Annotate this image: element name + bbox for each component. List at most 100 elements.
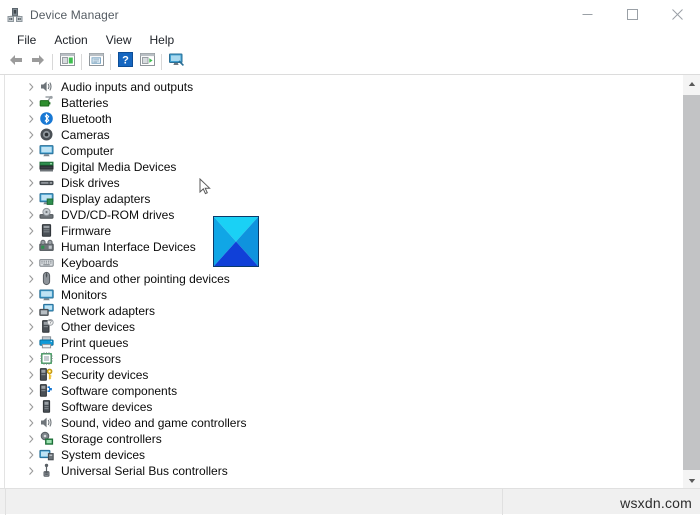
scroll-down-button[interactable] [683,472,700,489]
left-arrow-icon [8,53,24,72]
device-tree-pane[interactable]: Audio inputs and outputs Batteries Bluetoo… [4,75,683,488]
minimize-button[interactable] [565,0,610,29]
device-tree-label: Print queues [61,336,129,350]
device-tree-row[interactable]: ? Other devices [5,319,683,335]
device-tree-row[interactable]: Software components [5,383,683,399]
chevron-right-icon[interactable] [25,195,38,203]
device-tree-label: Audio inputs and outputs [61,80,194,94]
chevron-right-icon[interactable] [25,83,38,91]
chevron-right-icon[interactable] [25,115,38,123]
device-tree-label: Digital Media Devices [61,160,177,174]
device-tree-label: DVD/CD-ROM drives [61,208,175,222]
usb-icon [38,463,56,479]
processor-icon [38,351,56,367]
chevron-right-icon[interactable] [25,403,38,411]
device-tree-row[interactable]: Human Interface Devices [5,239,683,255]
show-hidden-devices-button[interactable] [165,52,187,73]
chevron-right-icon[interactable] [25,339,38,347]
device-tree-row[interactable]: System devices [5,447,683,463]
menu-bar: File Action View Help [0,29,700,50]
device-tree-row[interactable]: Universal Serial Bus controllers [5,463,683,479]
forward-button[interactable] [27,52,49,73]
device-tree-row[interactable]: Bluetooth [5,111,683,127]
chevron-right-icon[interactable] [25,211,38,219]
menu-item-file[interactable]: File [8,31,45,49]
device-tree-label: Security devices [61,368,149,382]
speaker-icon [38,79,56,95]
device-tree-row[interactable]: Digital Media Devices [5,159,683,175]
device-tree-row[interactable]: Monitors [5,287,683,303]
vertical-scrollbar[interactable] [683,75,700,489]
device-tree-row[interactable]: Keyboards [5,255,683,271]
menu-item-help[interactable]: Help [141,31,184,49]
chevron-right-icon[interactable] [25,131,38,139]
display-adapter-icon [38,191,56,207]
device-tree-label: Network adapters [61,304,156,318]
toolbar: ? [0,50,700,74]
chevron-right-icon[interactable] [25,323,38,331]
chevron-right-icon[interactable] [25,307,38,315]
properties-button[interactable] [56,52,78,73]
chevron-right-icon[interactable] [25,371,38,379]
chevron-right-icon[interactable] [25,451,38,459]
close-button[interactable] [655,0,700,29]
device-tree-label: Computer [61,144,114,158]
device-tree-label: Sound, video and game controllers [61,416,247,430]
device-tree-row[interactable]: Security devices [5,367,683,383]
chevron-right-icon[interactable] [25,291,38,299]
watermark: wsxdn.com [620,495,692,511]
device-tree-row[interactable]: Audio inputs and outputs [5,79,683,95]
device-tree-row[interactable]: Network adapters [5,303,683,319]
media-device-icon [38,159,56,175]
chevron-right-icon[interactable] [25,259,38,267]
scan-hardware-button[interactable] [136,52,158,73]
chevron-right-icon[interactable] [25,419,38,427]
help-button[interactable]: ? [114,52,136,73]
device-tree-row[interactable]: Cameras [5,127,683,143]
device-tree-label: Bluetooth [61,112,112,126]
optical-drive-icon [38,207,56,223]
chevron-right-icon[interactable] [25,99,38,107]
chevron-right-icon[interactable] [25,227,38,235]
menu-item-action[interactable]: Action [45,31,96,49]
device-tree-row[interactable]: Display adapters [5,191,683,207]
status-cell-main [6,488,503,515]
device-tree-row[interactable]: Disk drives [5,175,683,191]
chevron-right-icon[interactable] [25,243,38,251]
chevron-right-icon[interactable] [25,179,38,187]
device-tree-row[interactable]: Computer [5,143,683,159]
device-manager-icon [7,7,23,23]
system-device-icon [38,447,56,463]
chevron-right-icon[interactable] [25,467,38,475]
scrollbar-thumb[interactable] [683,95,700,470]
device-tree-label: Universal Serial Bus controllers [61,464,228,478]
chevron-right-icon[interactable] [25,435,38,443]
device-tree-row[interactable]: Storage controllers [5,431,683,447]
chevron-right-icon[interactable] [25,387,38,395]
device-tree-row[interactable]: Mice and other pointing devices [5,271,683,287]
chevron-right-icon[interactable] [25,275,38,283]
chevron-right-icon[interactable] [25,163,38,171]
menu-item-view[interactable]: View [97,31,141,49]
device-tree-row[interactable]: Processors [5,351,683,367]
other-device-icon: ? [38,319,56,335]
mouse-icon [38,271,56,287]
update-driver-button[interactable] [85,52,107,73]
device-tree-row[interactable]: Print queues [5,335,683,351]
device-tree-row[interactable]: Batteries [5,95,683,111]
status-bar: wsxdn.com [0,488,700,515]
back-button[interactable] [5,52,27,73]
device-tree-row[interactable]: Firmware [5,223,683,239]
right-arrow-icon [30,53,46,72]
mouse-cursor [199,177,211,196]
scroll-up-button[interactable] [683,75,700,92]
update-driver-icon [88,52,105,72]
device-tree-row[interactable]: Software devices [5,399,683,415]
maximize-button[interactable] [610,0,655,29]
printer-icon [38,335,56,351]
chevron-right-icon[interactable] [25,147,38,155]
device-tree-row[interactable]: Sound, video and game controllers [5,415,683,431]
device-tree-row[interactable]: DVD/CD-ROM drives [5,207,683,223]
diagonal-split-square-icon [214,217,258,266]
chevron-right-icon[interactable] [25,355,38,363]
